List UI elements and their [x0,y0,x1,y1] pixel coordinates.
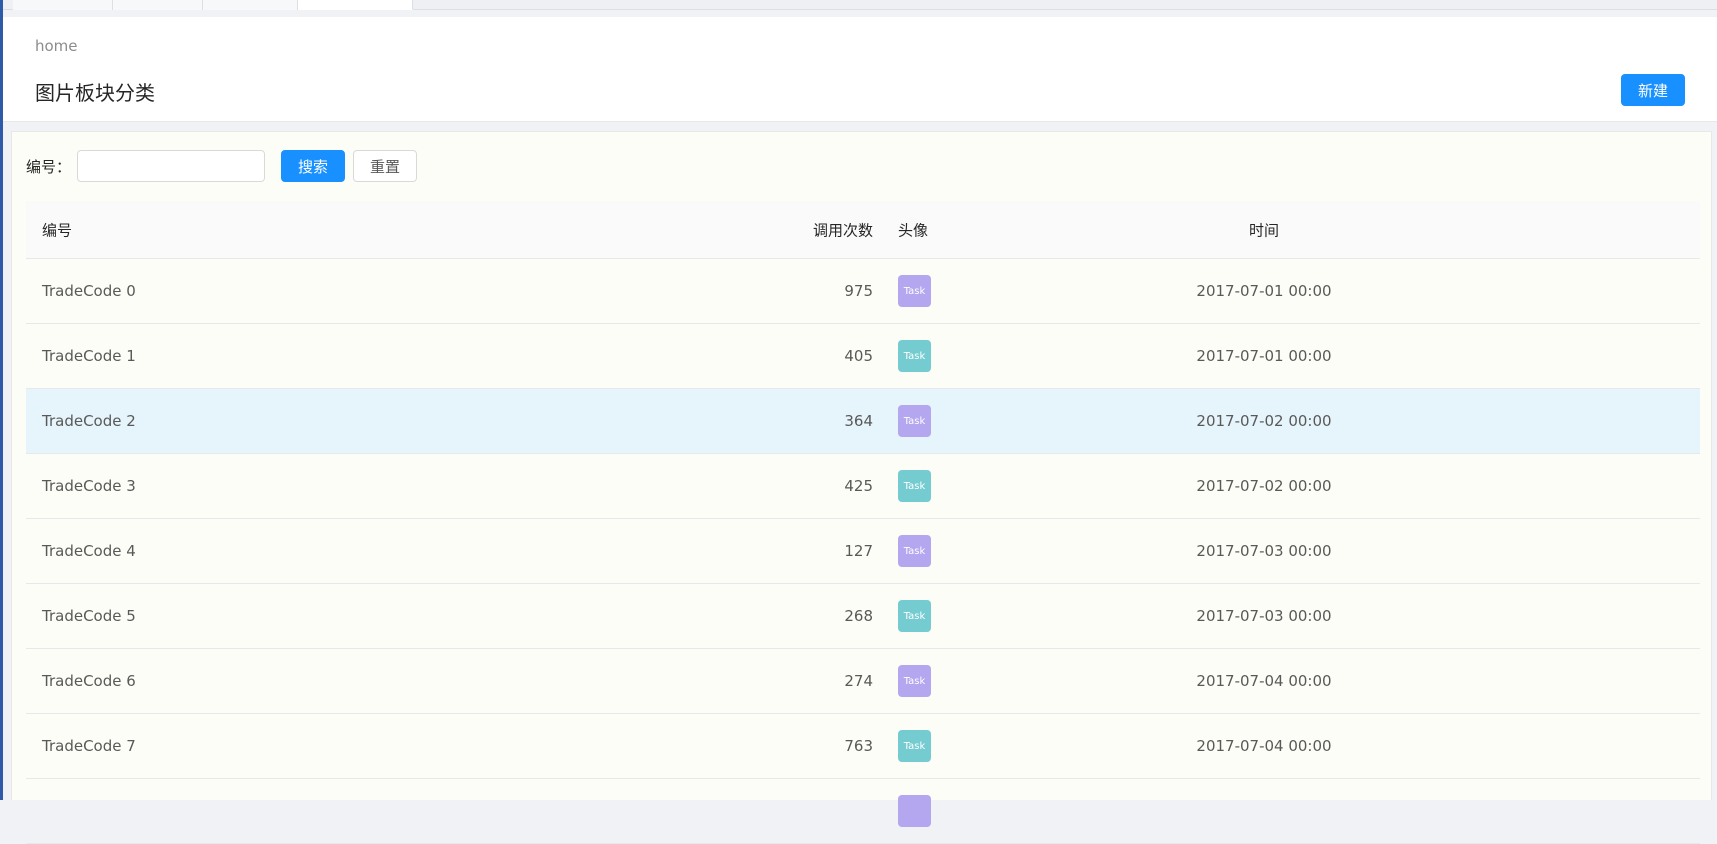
row-time: 2017-07-02 00:00 [1196,412,1332,430]
avatar: Task [898,275,931,307]
avatar: Task [898,665,931,697]
avatar: Task [898,470,931,502]
table-row[interactable]: TradeCode 0 975 Task 2017-07-01 00:00 [26,259,1700,324]
content-panel: 编号： 搜索 重置 编号 调用次数 头像 时间 TradeCode 0 975 Ta… [11,131,1712,844]
new-button[interactable]: 新建 [1621,74,1685,106]
row-avatar-cell: Task [898,600,931,632]
tab-2[interactable] [113,0,203,10]
row-avatar-cell: Task [898,340,931,372]
row-count: 763 [844,737,873,755]
row-code: TradeCode 2 [42,412,136,430]
column-header-count[interactable]: 调用次数 [813,219,873,240]
row-code: TradeCode 7 [42,737,136,755]
tab-3[interactable] [203,0,298,10]
avatar: Task [898,405,931,437]
table-row[interactable]: TradeCode 2 364 Task 2017-07-02 00:00 [26,389,1700,454]
row-code: TradeCode 4 [42,542,136,560]
row-count: 268 [844,607,873,625]
page-header: home 图片板块分类 新建 [3,17,1717,122]
row-avatar-cell: Task [898,535,931,567]
row-time: 2017-07-04 00:00 [1196,672,1332,690]
data-table: 编号 调用次数 头像 时间 TradeCode 0 975 Task 2017-07-… [26,201,1700,844]
tab-bar [3,0,1717,10]
table-row[interactable] [26,779,1700,844]
row-code: TradeCode 5 [42,607,136,625]
row-count: 274 [844,672,873,690]
row-count: 405 [844,347,873,365]
row-avatar-cell: Task [898,470,931,502]
table-row[interactable]: TradeCode 4 127 Task 2017-07-03 00:00 [26,519,1700,584]
row-avatar-cell: Task [898,730,931,762]
avatar: Task [898,600,931,632]
row-time: 2017-07-01 00:00 [1196,347,1332,365]
row-avatar-cell: Task [898,665,931,697]
row-count: 425 [844,477,873,495]
search-input[interactable] [77,150,265,182]
breadcrumb[interactable]: home [35,37,78,55]
reset-button[interactable]: 重置 [353,150,417,182]
row-count: 364 [844,412,873,430]
table-body: TradeCode 0 975 Task 2017-07-01 00:00 TradeC… [26,259,1700,844]
table-row[interactable]: TradeCode 7 763 Task 2017-07-04 00:00 [26,714,1700,779]
row-avatar-cell: Task [898,275,931,307]
table-header: 编号 调用次数 头像 时间 [26,201,1700,259]
avatar: Task [898,340,931,372]
row-code: TradeCode 6 [42,672,136,690]
avatar: Task [898,535,931,567]
column-header-avatar: 头像 [898,221,929,239]
row-time: 2017-07-02 00:00 [1196,477,1332,495]
row-code: TradeCode 0 [42,282,136,300]
page-title: 图片板块分类 [35,81,155,105]
row-time: 2017-07-01 00:00 [1196,282,1332,300]
table-row[interactable]: TradeCode 3 425 Task 2017-07-02 00:00 [26,454,1700,519]
row-time: 2017-07-03 00:00 [1196,607,1332,625]
table-row[interactable]: TradeCode 6 274 Task 2017-07-04 00:00 [26,649,1700,714]
table-row[interactable]: TradeCode 1 405 Task 2017-07-01 00:00 [26,324,1700,389]
table-row[interactable]: TradeCode 5 268 Task 2017-07-03 00:00 [26,584,1700,649]
search-button[interactable]: 搜索 [281,150,345,182]
row-code: TradeCode 1 [42,347,136,365]
column-header-time[interactable]: 时间 [1164,219,1364,240]
tab-active[interactable] [298,0,413,10]
row-count: 127 [844,542,873,560]
row-time: 2017-07-04 00:00 [1196,737,1332,755]
avatar: Task [898,730,931,762]
row-time: 2017-07-03 00:00 [1196,542,1332,560]
column-header-code[interactable]: 编号 [42,219,72,240]
row-count: 975 [844,282,873,300]
search-label: 编号： [26,158,72,176]
row-avatar-cell: Task [898,405,931,437]
tab-1[interactable] [13,0,113,10]
row-code: TradeCode 3 [42,477,136,495]
